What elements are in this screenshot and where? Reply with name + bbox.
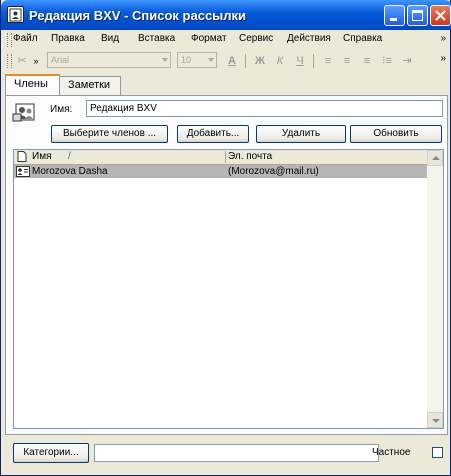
update-button[interactable]: Обновить — [350, 125, 442, 143]
footer-bar: Категории... Частное — [5, 438, 448, 472]
scroll-down-button[interactable] — [427, 412, 443, 428]
contact-card-icon — [16, 166, 30, 177]
add-new-button[interactable]: Добавить... — [177, 125, 249, 143]
menu-file[interactable]: Файл — [13, 33, 38, 44]
toolbar-separator — [313, 54, 314, 68]
menu-help[interactable]: Справка — [343, 33, 382, 44]
maximize-button[interactable] — [407, 5, 428, 26]
name-label: Имя: — [50, 104, 73, 115]
minimize-icon — [390, 18, 397, 21]
scroll-up-button[interactable] — [427, 150, 443, 166]
select-members-button[interactable]: Выберите членов ... — [51, 125, 168, 143]
align-right-icon[interactable]: ≡ — [360, 54, 374, 68]
chevron-down-icon — [162, 58, 168, 62]
menubar-grip[interactable] — [7, 33, 12, 47]
members-panel: Имя: Выберите членов ... Добавить... Уда… — [5, 95, 448, 435]
title-bar[interactable]: Редакция BXV - Список рассылки — [1, 0, 451, 30]
italic-icon[interactable]: К — [273, 54, 287, 68]
close-icon — [435, 10, 446, 21]
list-header: Имя / Эл. почта — [14, 150, 427, 165]
indent-icon[interactable]: ⇥ — [400, 54, 414, 68]
menu-format[interactable]: Формат — [191, 33, 227, 44]
chevron-down-icon — [208, 58, 214, 62]
minimize-button[interactable] — [384, 5, 405, 26]
menu-view[interactable]: Вид — [101, 33, 119, 44]
format-chevron-icon[interactable]: » — [440, 53, 446, 64]
toolbar-area: Файл Правка Вид Вставка Формат Сервис Де… — [5, 31, 448, 73]
menu-insert[interactable]: Вставка — [138, 33, 175, 44]
toolbar-chevron-icon[interactable]: » — [29, 54, 43, 68]
private-label: Частное — [372, 447, 411, 458]
remove-button[interactable]: Удалить — [256, 125, 346, 143]
close-button[interactable] — [430, 5, 451, 26]
private-checkbox[interactable] — [432, 447, 443, 458]
font-name-value: Arial — [51, 55, 70, 65]
categories-field[interactable] — [94, 444, 379, 462]
menu-tools[interactable]: Сервис — [239, 33, 273, 44]
cut-icon[interactable]: ✂ — [15, 54, 29, 68]
categories-button[interactable]: Категории... — [13, 443, 89, 463]
column-divider[interactable] — [225, 151, 226, 163]
mailing-list-window: Редакция BXV - Список рассылки Файл Прав… — [0, 0, 451, 476]
table-row[interactable]: Morozova Dasha (Morozova@mail.ru) — [14, 165, 427, 178]
list-scrollbar[interactable] — [427, 150, 443, 428]
window-title: Редакция BXV - Список рассылки — [29, 8, 247, 23]
column-header-email[interactable]: Эл. почта — [228, 151, 272, 162]
underline-icon[interactable]: Ч — [293, 54, 307, 68]
tab-members[interactable]: Члены — [5, 74, 60, 96]
bullets-icon[interactable]: ⁝≡ — [380, 54, 394, 68]
arrow-down-icon — [432, 419, 440, 423]
arrow-up-icon — [432, 156, 440, 160]
align-left-icon[interactable]: ≡ — [321, 54, 335, 68]
font-color-icon[interactable]: A — [225, 54, 239, 68]
maximize-icon — [412, 10, 423, 21]
font-name-select[interactable]: Arial — [47, 52, 171, 68]
entry-type-icon[interactable] — [17, 151, 27, 162]
toolbar-separator — [245, 54, 246, 68]
name-field[interactable] — [86, 100, 443, 117]
members-list[interactable]: Имя / Эл. почта Morozova Dasha (Morozova… — [13, 149, 444, 429]
member-name-cell: Morozova Dasha — [32, 166, 108, 177]
column-header-name[interactable]: Имя — [32, 151, 51, 162]
tab-notes[interactable]: Заметки — [59, 76, 121, 96]
distribution-list-icon — [12, 102, 38, 124]
font-size-value: 10 — [181, 55, 192, 65]
font-size-select[interactable]: 10 — [177, 52, 217, 68]
menu-edit[interactable]: Правка — [51, 33, 85, 44]
format-toolbar-grip[interactable] — [7, 54, 12, 68]
sort-indicator-icon: / — [68, 151, 71, 162]
member-email-cell: (Morozova@mail.ru) — [228, 166, 319, 177]
align-center-icon[interactable]: ≡ — [340, 54, 354, 68]
menu-actions[interactable]: Действия — [287, 33, 331, 44]
address-book-icon — [7, 6, 24, 23]
menubar-chevron-icon[interactable]: » — [440, 33, 446, 44]
bold-icon[interactable]: Ж — [253, 54, 267, 68]
format-toolbar: ✂ » Arial 10 A Ж К Ч ≡ ≡ ≡ ⁝≡ ⇥ » — [5, 51, 448, 71]
